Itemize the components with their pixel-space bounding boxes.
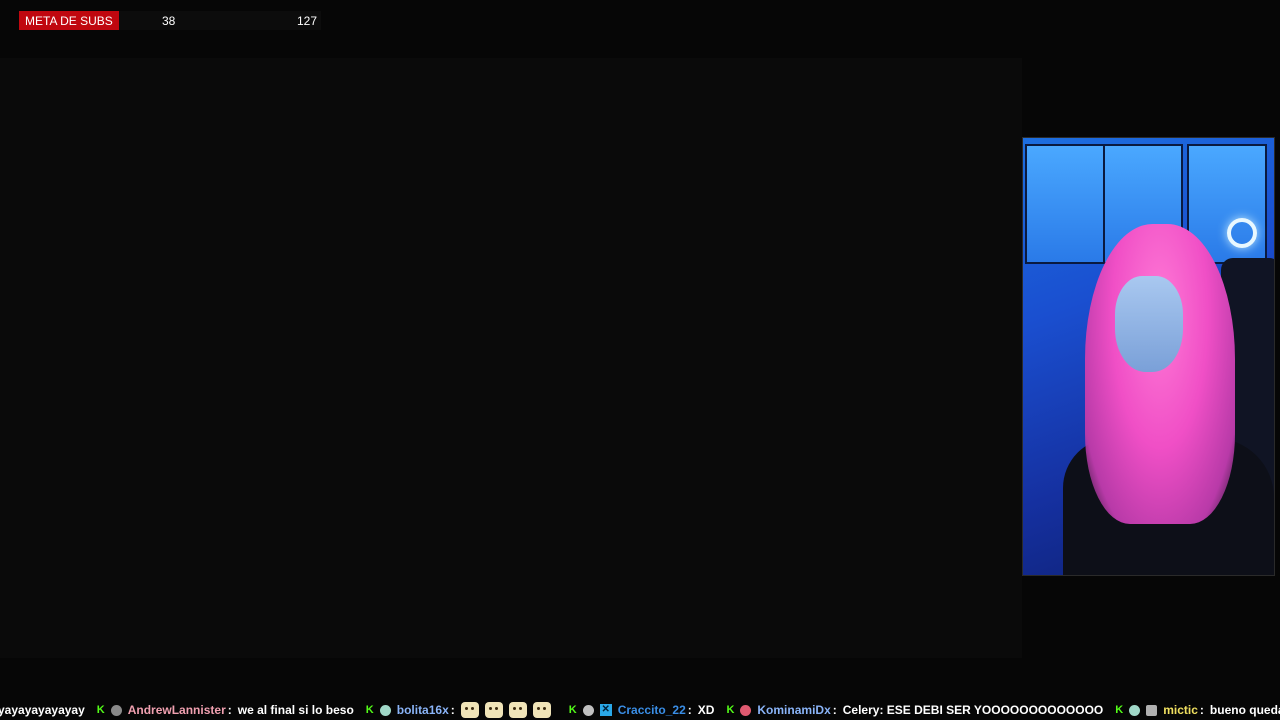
chat-message-text: Celery: ESE DEBI SER YOOOOOOOOOOOOO [842,703,1104,717]
sub-goal-target-count: 127 [297,14,318,28]
chat-message: K AndrewLannister : we al final si lo be… [97,703,354,717]
x-badge-icon: ✕ [599,704,612,716]
chat-message-text: we al final si lo beso [237,703,354,717]
sub-goal-label: META DE SUBS [19,11,119,30]
chat-message: K ✕ Craccito_22 : XD [569,703,715,717]
face-emote-icon [460,702,479,718]
pink-wig [1085,224,1235,524]
avatar-badge-icon [110,704,122,716]
chat-message: K mictic : bueno quedar [1115,703,1280,717]
chat-username[interactable]: AndrewLannister [128,703,226,717]
chat-message-text: bueno quedar [1209,703,1280,717]
chat-separator: : [832,703,837,717]
chat-username[interactable]: mictic [1163,703,1198,717]
chat-separator: : [1199,703,1204,717]
face-emote-icon [532,702,551,718]
chat-username[interactable]: KominamiDx [757,703,830,717]
kick-badge-icon: K [96,704,105,716]
ring-light [1227,218,1257,248]
chat-separator: : [450,703,455,717]
face-emote-icon [484,702,503,718]
sub-goal-bar: META DE SUBS 38 127 [19,11,321,30]
kick-badge-icon: K [365,704,374,716]
globe-badge-icon [1129,704,1141,716]
chat-message: K bolita16x : [366,702,557,718]
red-badge-icon [740,704,752,716]
kick-badge-icon: K [726,704,735,716]
chess-badge-icon [1146,704,1158,716]
chat-username[interactable]: bolita16x [397,703,449,717]
chat-ticker: yayayayayayay K AndrewLannister : we al … [0,700,1280,720]
chat-message-text: XD [697,703,715,717]
chat-separator: : [687,703,692,717]
wall-poster [1025,144,1105,264]
sub-goal-current-count: 38 [162,14,176,28]
sub-badge-icon [582,704,594,716]
kick-badge-icon: K [1115,704,1124,716]
chat-message-text: yayayayayayay [0,703,85,717]
chat-message: yayayayayayay [0,703,85,717]
streamer-face [1115,276,1183,372]
kick-badge-icon: K [568,704,577,716]
chat-username[interactable]: Craccito_22 [618,703,686,717]
globe-badge-icon [379,704,391,716]
stream-layout: META DE SUBS 38 127 yayayayayayay K Andr… [0,0,1280,720]
face-emote-icon [508,702,527,718]
chat-separator: : [227,703,232,717]
game-capture-area [0,58,1022,658]
webcam-feed [1022,137,1275,576]
chat-message: K KominamiDx : Celery: ESE DEBI SER YOOO… [726,703,1103,717]
